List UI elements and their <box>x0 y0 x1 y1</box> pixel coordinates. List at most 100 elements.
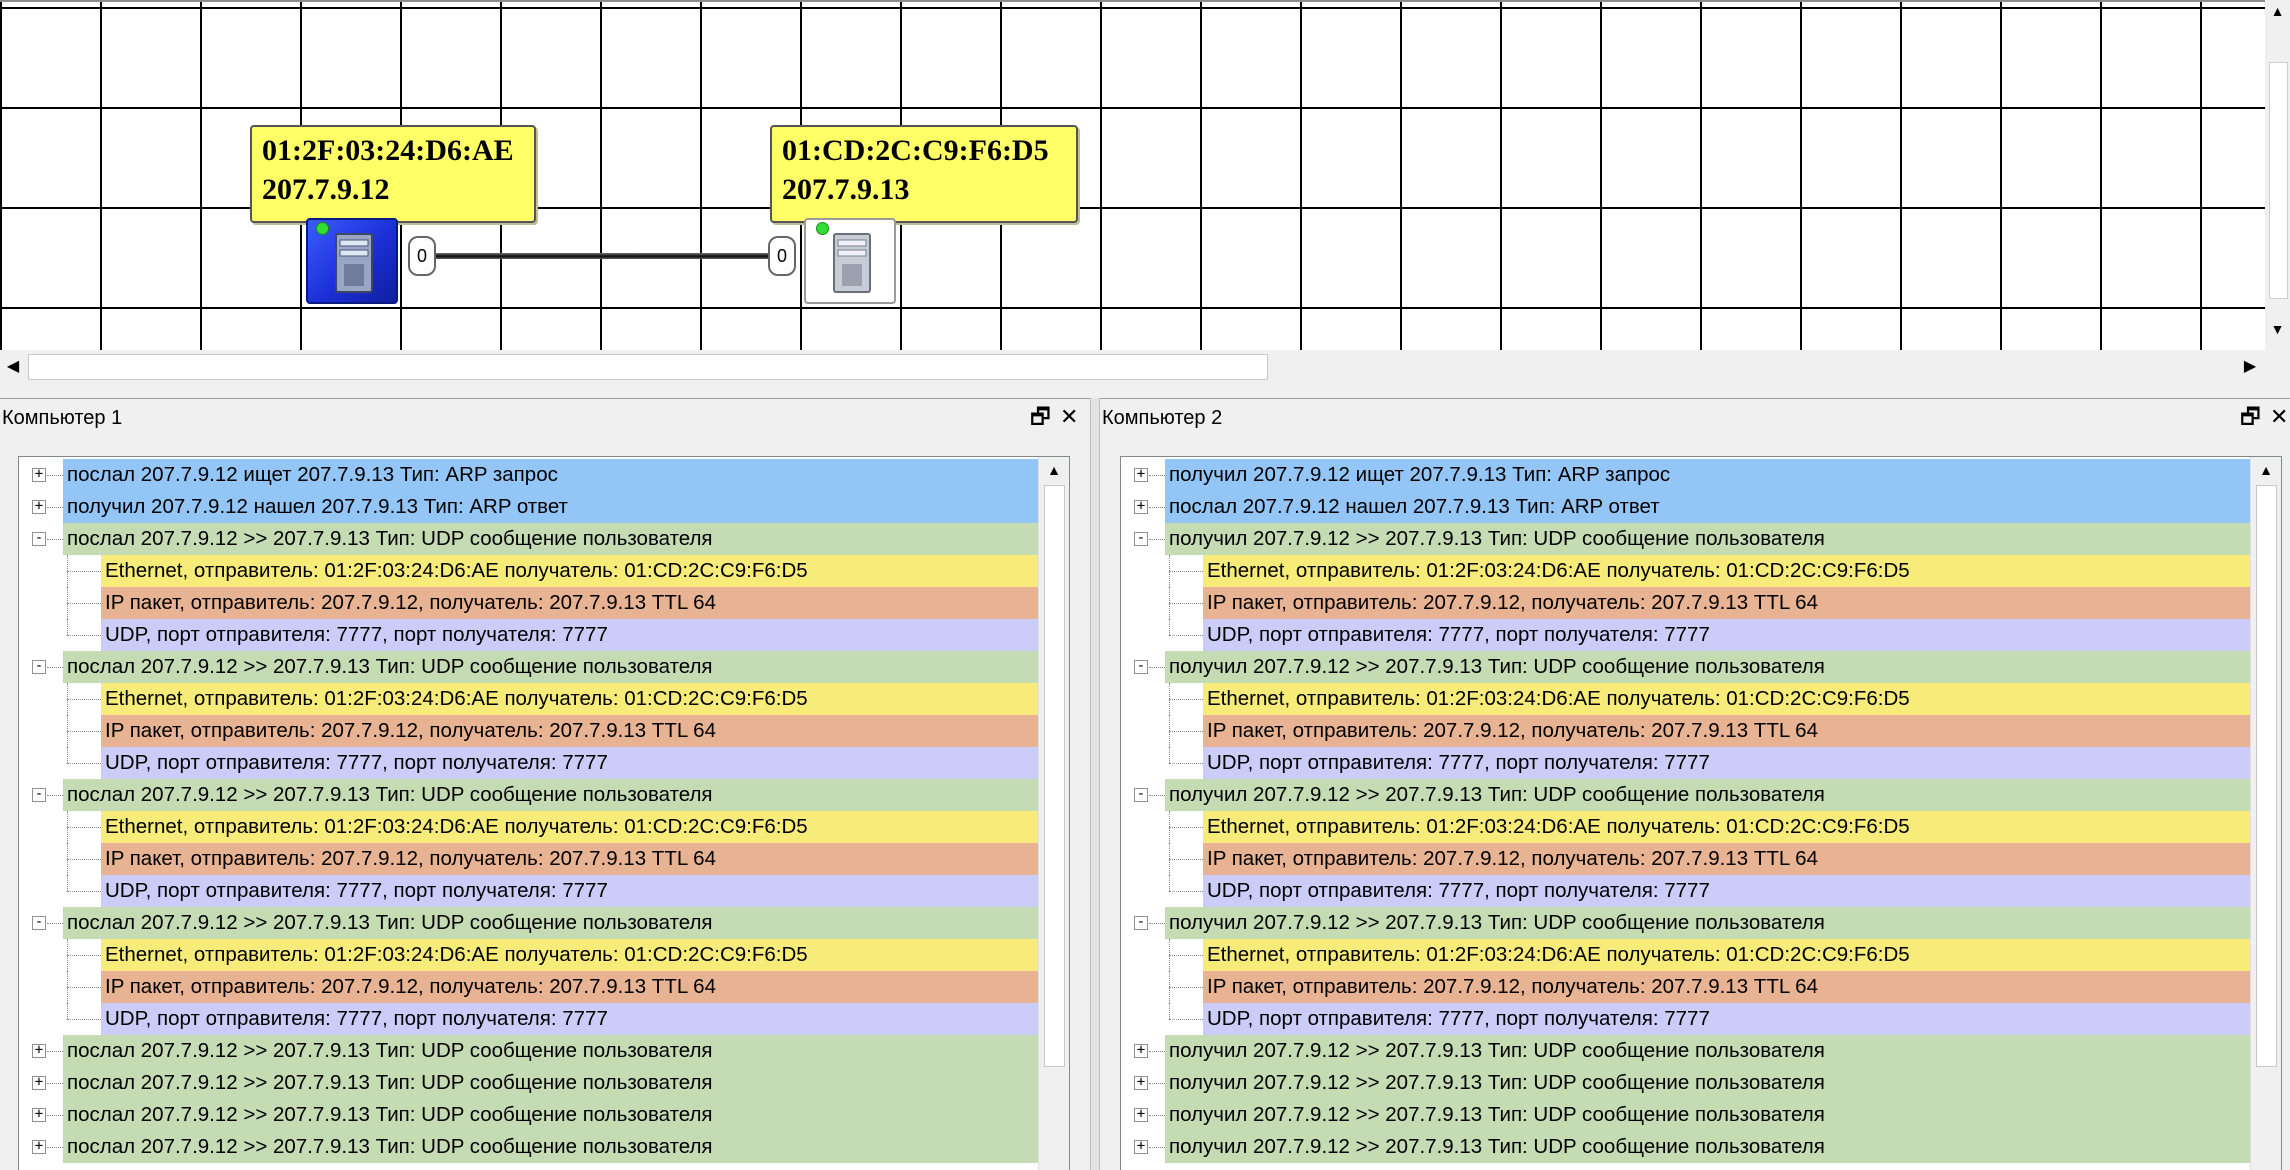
restore-window-icon[interactable]: 🗗 <box>2240 403 2261 431</box>
tree-child-node[interactable]: IP пакет, отправитель: 207.7.9.12, получ… <box>19 587 1039 619</box>
tree-node[interactable]: - послал 207.7.9.12 >> 207.7.9.13 Тип: UD… <box>19 907 1039 939</box>
tree-node[interactable]: + послал 207.7.9.12 нашел 207.7.9.13 Тип:… <box>1121 491 2251 523</box>
expand-icon[interactable]: + <box>1134 1075 1148 1090</box>
tree-child-node[interactable]: Ethernet, отправитель: 01:2F:03:24:D6:AE… <box>1121 939 2251 971</box>
tree-child-node[interactable]: Ethernet, отправитель: 01:2F:03:24:D6:AE… <box>19 683 1039 715</box>
scroll-thumb[interactable] <box>2269 62 2288 299</box>
node2-mac: 01:CD:2C:C9:F6:D5 <box>782 134 1049 167</box>
expand-icon[interactable]: + <box>32 499 46 514</box>
tree-connector <box>47 1051 63 1052</box>
tree-child-node[interactable]: IP пакет, отправитель: 207.7.9.12, получ… <box>19 715 1039 747</box>
node1-ip: 207.7.9.12 <box>262 173 390 206</box>
collapse-icon[interactable]: - <box>1134 915 1148 930</box>
expand-icon[interactable]: + <box>1134 1107 1148 1122</box>
scroll-down-icon[interactable]: ▼ <box>2265 318 2290 340</box>
collapse-icon[interactable]: - <box>1134 531 1148 546</box>
expand-icon[interactable]: + <box>1134 1139 1148 1154</box>
tree-child-node[interactable]: IP пакет, отправитель: 207.7.9.12, получ… <box>19 971 1039 1003</box>
tree-node[interactable]: + послал 207.7.9.12 >> 207.7.9.13 Тип: UD… <box>19 1067 1039 1099</box>
tree-node[interactable]: - получил 207.7.9.12 >> 207.7.9.13 Тип: U… <box>1121 523 2251 555</box>
node1-status-led <box>316 222 329 235</box>
collapse-icon[interactable]: - <box>32 659 46 674</box>
canvas-horizontal-scrollbar[interactable]: ◀ ▶ <box>0 350 2265 384</box>
panel-splitter[interactable] <box>1090 398 1100 1170</box>
expand-icon[interactable]: + <box>1134 467 1148 482</box>
tree-node[interactable]: + получил 207.7.9.12 >> 207.7.9.13 Тип: U… <box>1121 1035 2251 1067</box>
close-icon[interactable]: ✕ <box>1060 403 1078 431</box>
tree-node[interactable]: - получил 207.7.9.12 >> 207.7.9.13 Тип: U… <box>1121 651 2251 683</box>
tree-child-node[interactable]: UDP, порт отправителя: 7777, порт получа… <box>1121 1003 2251 1035</box>
tree-node-label: получил 207.7.9.12 ищет 207.7.9.13 Тип: … <box>1169 463 1671 486</box>
scroll-up-icon[interactable]: ▲ <box>1039 457 1069 483</box>
tree-node-label: UDP, порт отправителя: 7777, порт получа… <box>105 1007 608 1030</box>
tree-child-node[interactable]: UDP, порт отправителя: 7777, порт получа… <box>19 747 1039 779</box>
tree-child-node[interactable]: UDP, порт отправителя: 7777, порт получа… <box>19 1003 1039 1035</box>
tree-node[interactable]: + послал 207.7.9.12 >> 207.7.9.13 Тип: UD… <box>19 1099 1039 1131</box>
expand-icon[interactable]: + <box>32 467 46 482</box>
scroll-thumb[interactable] <box>1044 485 1065 1067</box>
tree-child-node[interactable]: UDP, порт отправителя: 7777, порт получа… <box>19 619 1039 651</box>
tree-child-node[interactable]: Ethernet, отправитель: 01:2F:03:24:D6:AE… <box>1121 811 2251 843</box>
expand-icon[interactable]: + <box>1134 1043 1148 1058</box>
packet-tree[interactable]: + получил 207.7.9.12 ищет 207.7.9.13 Тип:… <box>1120 456 2282 1170</box>
collapse-icon[interactable]: - <box>1134 787 1148 802</box>
canvas-vertical-scrollbar[interactable]: ▲ ▼ <box>2265 0 2290 350</box>
tree-node-label: получил 207.7.9.12 >> 207.7.9.13 Тип: UD… <box>1169 655 1825 678</box>
expand-icon[interactable]: + <box>32 1107 46 1122</box>
scroll-thumb[interactable] <box>2256 485 2277 1067</box>
tree-child-node[interactable]: IP пакет, отправитель: 207.7.9.12, получ… <box>19 843 1039 875</box>
network-cable[interactable] <box>436 253 770 259</box>
tree-node[interactable]: - получил 207.7.9.12 >> 207.7.9.13 Тип: U… <box>1121 907 2251 939</box>
tree-child-node[interactable]: Ethernet, отправитель: 01:2F:03:24:D6:AE… <box>19 811 1039 843</box>
scroll-up-icon[interactable]: ▲ <box>2265 0 2290 22</box>
tree-node[interactable]: + получил 207.7.9.12 нашел 207.7.9.13 Тип… <box>19 491 1039 523</box>
tree-node[interactable]: + получил 207.7.9.12 >> 207.7.9.13 Тип: U… <box>1121 1131 2251 1163</box>
tree-node[interactable]: + послал 207.7.9.12 >> 207.7.9.13 Тип: UD… <box>19 1131 1039 1163</box>
restore-window-icon[interactable]: 🗗 <box>1030 403 1051 431</box>
tree-node[interactable]: + получил 207.7.9.12 ищет 207.7.9.13 Тип:… <box>1121 459 2251 491</box>
tree-child-node[interactable]: UDP, порт отправителя: 7777, порт получа… <box>19 875 1039 907</box>
tree-node[interactable]: - послал 207.7.9.12 >> 207.7.9.13 Тип: UD… <box>19 779 1039 811</box>
tree-child-node[interactable]: UDP, порт отправителя: 7777, порт получа… <box>1121 747 2251 779</box>
tree-child-node[interactable]: UDP, порт отправителя: 7777, порт получа… <box>1121 619 2251 651</box>
scroll-up-icon[interactable]: ▲ <box>2251 457 2281 483</box>
tree-child-node[interactable]: IP пакет, отправитель: 207.7.9.12, получ… <box>1121 971 2251 1003</box>
node2-port[interactable]: 0 <box>768 236 796 276</box>
tree-child-node[interactable]: IP пакет, отправитель: 207.7.9.12, получ… <box>1121 715 2251 747</box>
tree-child-node[interactable]: IP пакет, отправитель: 207.7.9.12, получ… <box>1121 843 2251 875</box>
tree-connector <box>1169 859 1203 860</box>
tree-node[interactable]: + получил 207.7.9.12 >> 207.7.9.13 Тип: U… <box>1121 1067 2251 1099</box>
tree-node[interactable]: + послал 207.7.9.12 ищет 207.7.9.13 Тип: … <box>19 459 1039 491</box>
tree-vertical-scrollbar[interactable]: ▲ <box>2250 457 2281 1170</box>
packet-tree[interactable]: + послал 207.7.9.12 ищет 207.7.9.13 Тип: … <box>18 456 1070 1170</box>
expand-icon[interactable]: + <box>32 1075 46 1090</box>
scroll-left-icon[interactable]: ◀ <box>0 350 26 384</box>
network-canvas[interactable]: 01:2F:03:24:D6:AE 207.7.9.12 0 01:CD:2C:… <box>0 0 2265 350</box>
tree-node[interactable]: + получил 207.7.9.12 >> 207.7.9.13 Тип: U… <box>1121 1099 2251 1131</box>
tree-child-node[interactable]: Ethernet, отправитель: 01:2F:03:24:D6:AE… <box>19 555 1039 587</box>
tree-child-node[interactable]: UDP, порт отправителя: 7777, порт получа… <box>1121 875 2251 907</box>
collapse-icon[interactable]: - <box>32 531 46 546</box>
close-icon[interactable]: ✕ <box>2270 403 2288 431</box>
tree-child-node[interactable]: IP пакет, отправитель: 207.7.9.12, получ… <box>1121 587 2251 619</box>
collapse-icon[interactable]: - <box>32 787 46 802</box>
expand-icon[interactable]: + <box>32 1043 46 1058</box>
tree-node[interactable]: - получил 207.7.9.12 >> 207.7.9.13 Тип: U… <box>1121 779 2251 811</box>
node1-label[interactable]: 01:2F:03:24:D6:AE 207.7.9.12 <box>250 125 536 223</box>
tree-node[interactable]: - послал 207.7.9.12 >> 207.7.9.13 Тип: UD… <box>19 523 1039 555</box>
scroll-thumb[interactable] <box>28 354 1268 380</box>
tree-child-node[interactable]: Ethernet, отправитель: 01:2F:03:24:D6:AE… <box>1121 683 2251 715</box>
collapse-icon[interactable]: - <box>32 915 46 930</box>
scroll-right-icon[interactable]: ▶ <box>2237 350 2263 384</box>
collapse-icon[interactable]: - <box>1134 659 1148 674</box>
tree-node[interactable]: - послал 207.7.9.12 >> 207.7.9.13 Тип: UD… <box>19 651 1039 683</box>
expand-icon[interactable]: + <box>1134 499 1148 514</box>
expand-icon[interactable]: + <box>32 1139 46 1154</box>
tree-child-node[interactable]: Ethernet, отправитель: 01:2F:03:24:D6:AE… <box>19 939 1039 971</box>
tree-vertical-scrollbar[interactable]: ▲ <box>1038 457 1069 1170</box>
node2-label[interactable]: 01:CD:2C:C9:F6:D5 207.7.9.13 <box>770 125 1078 223</box>
node1-port[interactable]: 0 <box>408 236 436 276</box>
tree-child-node[interactable]: Ethernet, отправитель: 01:2F:03:24:D6:AE… <box>1121 555 2251 587</box>
tree-node-label: UDP, порт отправителя: 7777, порт получа… <box>1207 751 1710 774</box>
tree-node[interactable]: + послал 207.7.9.12 >> 207.7.9.13 Тип: UD… <box>19 1035 1039 1067</box>
